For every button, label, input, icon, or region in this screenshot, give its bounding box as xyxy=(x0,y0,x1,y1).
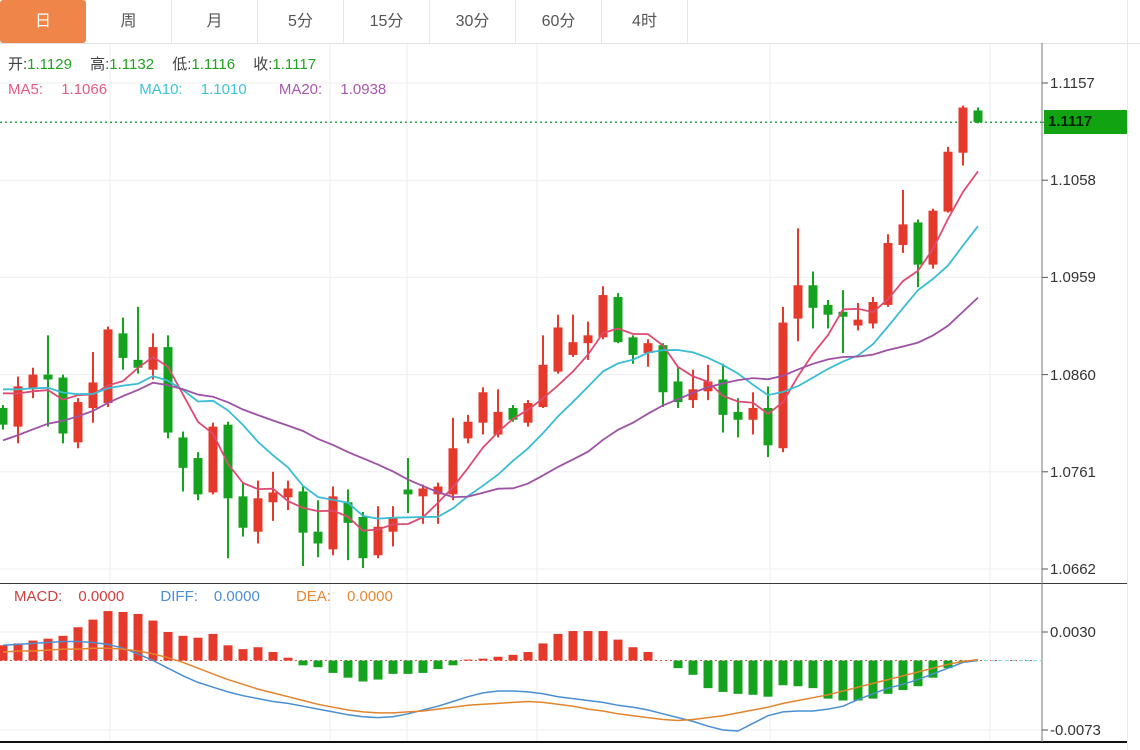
price-axis-tick: 1.0860 xyxy=(1050,367,1096,384)
candles xyxy=(0,105,983,569)
diff-value: 0.0000 xyxy=(213,588,260,605)
trading-chart-app: { "tabs": { "items": [ {"label":"日","act… xyxy=(0,0,1140,750)
ma5-value: 1.1066 xyxy=(61,81,108,98)
ma5-label: MA5: 1.1066 xyxy=(8,81,108,98)
price-axis-tick: 1.1058 xyxy=(1050,172,1096,189)
price-axis-tick: 1.1157 xyxy=(1050,75,1095,92)
diff-label: DIFF: 0.0000 xyxy=(160,588,260,605)
macd-value: 0.0000 xyxy=(78,588,125,605)
price-axis-tick: 1.0959 xyxy=(1050,269,1096,286)
close-value: 1.1117 xyxy=(272,56,317,73)
low-value: 1.1116 xyxy=(191,56,236,73)
macd-label: MACD: 0.0000 xyxy=(14,588,125,605)
panel-right-border xyxy=(1127,0,1128,750)
open-label: 开: xyxy=(8,56,28,73)
high-value: 1.1132 xyxy=(109,56,155,73)
last-price-badge: 1.1117 xyxy=(1044,110,1128,134)
candlestick-chart-canvas[interactable] xyxy=(0,0,1140,750)
ma20-label: MA20: 1.0938 xyxy=(278,81,387,98)
price-axis-tick: 1.0761 xyxy=(1050,464,1096,481)
dea-value: 0.0000 xyxy=(346,588,393,605)
ma-readout: MA5: 1.1066 MA10: 1.1010 MA20: 1.0938 xyxy=(8,81,414,98)
ma20-value: 1.0938 xyxy=(340,81,387,98)
ma10-value: 1.1010 xyxy=(200,81,247,98)
price-axis-tick: 1.0662 xyxy=(1050,561,1096,578)
macd-pane xyxy=(0,611,1042,732)
macd-axis-tick: 0.0030 xyxy=(1050,624,1096,641)
ma10-label: MA10: 1.1010 xyxy=(139,81,247,98)
macd-readout: MACD: 0.0000 DIFF: 0.0000 DEA: 0.0000 xyxy=(14,588,425,605)
dea-label: DEA: 0.0000 xyxy=(295,588,393,605)
macd-axis-tick: -0.0073 xyxy=(1050,722,1101,739)
open-value: 1.1129 xyxy=(27,56,72,73)
close-label: 收: xyxy=(253,56,273,73)
low-label: 低: xyxy=(172,56,192,73)
high-label: 高: xyxy=(90,56,110,73)
ohlc-readout: 开:1.1129 高:1.1132 低:1.1116 收:1.1117 xyxy=(8,53,330,74)
